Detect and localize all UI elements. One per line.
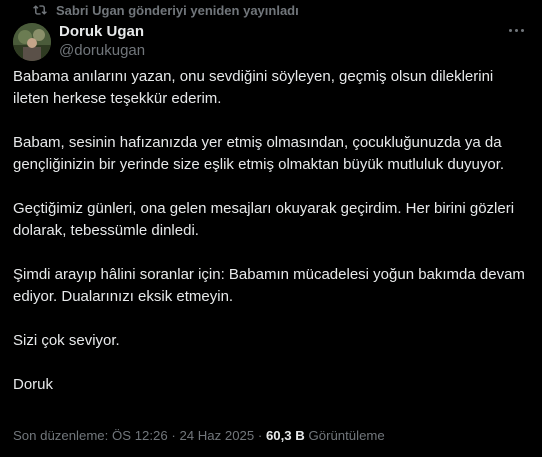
- tweet-metadata: Son düzenleme: ÖS 12:26 · 24 Haz 2025 · …: [13, 428, 385, 443]
- tweet-paragraph: Şimdi arayıp hâlini soranlar için: Babam…: [13, 266, 525, 305]
- views-count[interactable]: 60,3 B: [266, 428, 305, 443]
- tweet-paragraph: Geçtiğimiz günleri, ona gelen mesajları …: [13, 200, 515, 239]
- tweet-header: Doruk Ugan @dorukugan: [13, 22, 529, 62]
- avatar[interactable]: [13, 23, 51, 61]
- author-info[interactable]: Doruk Ugan @dorukugan: [59, 23, 145, 60]
- repost-indicator: Sabri Ugan gönderiyi yeniden yayınladı: [33, 2, 299, 18]
- repost-text[interactable]: Sabri Ugan gönderiyi yeniden yayınladı: [56, 3, 299, 18]
- tweet-paragraph: Doruk: [13, 376, 54, 393]
- more-horizontal-icon[interactable]: [505, 22, 527, 38]
- meta-separator: ·: [254, 428, 266, 443]
- meta-separator: ·: [167, 428, 180, 443]
- edited-label[interactable]: Son düzenleme: ÖS 12:26: [13, 428, 168, 443]
- tweet-paragraph: Babama anılarını yazan, onu sevdiğini sö…: [13, 68, 494, 107]
- tweet[interactable]: Sabri Ugan gönderiyi yeniden yayınladı D…: [0, 0, 542, 457]
- views-label: Görüntüleme: [304, 428, 385, 443]
- tweet-paragraph: Sizi çok seviyor.: [13, 332, 120, 349]
- display-name[interactable]: Doruk Ugan: [59, 23, 145, 41]
- handle[interactable]: @dorukugan: [59, 42, 145, 60]
- tweet-date[interactable]: 24 Haz 2025: [179, 428, 254, 443]
- repost-icon: [33, 5, 47, 15]
- tweet-text: Babama anılarını yazan, onu sevdiğini sö…: [13, 66, 529, 418]
- tweet-paragraph: Babam, sesinin hafızanızda yer etmiş olm…: [13, 134, 505, 173]
